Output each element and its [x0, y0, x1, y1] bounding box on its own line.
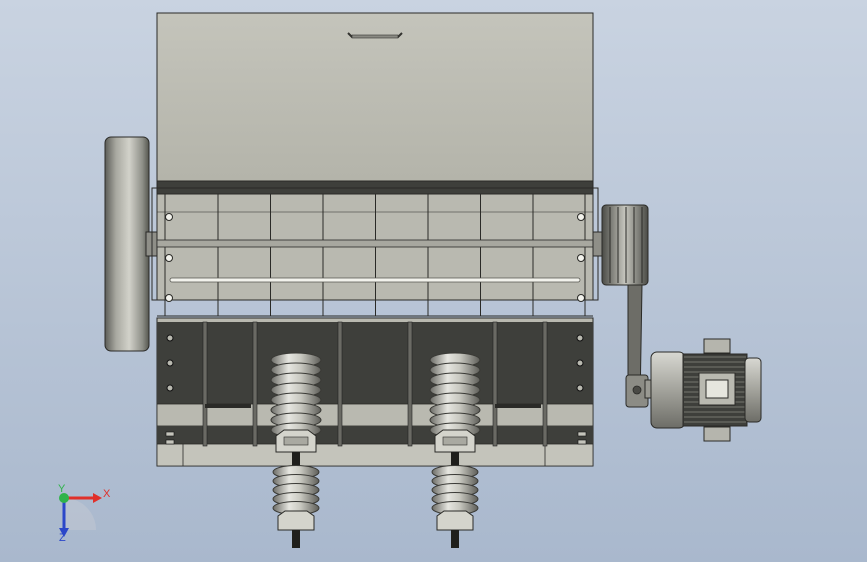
frame-rib: [337, 321, 343, 447]
threaded-rod: [451, 530, 459, 548]
frame-bolt: [166, 384, 174, 392]
frame-bolt: [576, 359, 584, 367]
bolt-hole: [165, 254, 173, 262]
frame-bolt: [165, 431, 175, 437]
spring-assembly: [270, 352, 322, 548]
frame-bolt: [577, 431, 587, 437]
frame-bolt: [576, 384, 584, 392]
rib-brace: [205, 404, 251, 408]
coordinate-triad: X Y Z: [58, 483, 111, 544]
frame-rib: [407, 321, 413, 447]
bolt-hole: [165, 213, 173, 221]
x-axis-label: X: [103, 488, 111, 500]
electric-motor: [644, 338, 762, 442]
hopper-body: [156, 12, 594, 195]
frame-rib: [202, 321, 208, 447]
drive-pulley: [592, 204, 649, 286]
bolt-hole: [165, 294, 173, 302]
cad-viewport[interactable]: X Y Z: [0, 0, 867, 562]
bolt-hole: [577, 254, 585, 262]
frame-bolt: [576, 334, 584, 342]
rib-brace: [495, 404, 541, 408]
frame-rib: [252, 321, 258, 447]
frame-bolt: [577, 439, 587, 445]
bolt-hole: [577, 213, 585, 221]
frame-bolt: [166, 334, 174, 342]
z-axis-label: Z: [59, 532, 66, 544]
hex-nut-face: [442, 436, 468, 446]
bolt-hole: [577, 294, 585, 302]
spring-assembly: [429, 352, 481, 548]
hex-nut: [277, 510, 315, 531]
hex-nut: [436, 510, 474, 531]
lower-frame: [156, 317, 594, 467]
rotor-housing: [151, 187, 599, 317]
frame-bolt: [166, 359, 174, 367]
y-axis-label: Y: [58, 483, 66, 495]
hex-nut-face: [283, 436, 309, 446]
frame-rib: [492, 321, 498, 447]
threaded-rod: [292, 530, 300, 548]
frame-bolt: [165, 439, 175, 445]
frame-rib: [542, 321, 548, 447]
